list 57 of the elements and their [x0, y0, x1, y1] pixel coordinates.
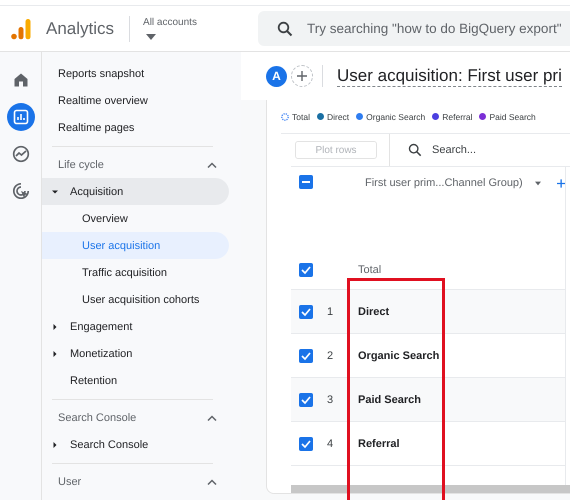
dimension-selector[interactable]: First user prim...Channel Group)	[365, 177, 523, 189]
report-title[interactable]: User acquisition: First user pri	[337, 66, 562, 86]
nav-item[interactable]: Traffic acquisition	[42, 259, 229, 286]
row-checkbox[interactable]	[299, 348, 313, 362]
search-icon	[277, 20, 294, 36]
row-number: 3	[327, 394, 334, 406]
row-checkbox[interactable]	[299, 263, 313, 277]
avatar[interactable]: A	[266, 66, 287, 86]
home-icon	[12, 72, 28, 88]
legend-label: Direct	[326, 112, 350, 122]
nav-item[interactable]: Retention	[42, 367, 229, 394]
nav-group[interactable]: Search Console	[42, 431, 229, 458]
caret-icon	[146, 34, 156, 40]
table-cell: Direct	[358, 306, 390, 318]
section-header[interactable]: Search Console	[42, 404, 241, 431]
nav-group[interactable]: Acquisition	[42, 178, 229, 205]
row-number: 2	[327, 350, 334, 362]
row-checkbox[interactable]	[299, 392, 313, 406]
nav-item[interactable]: Realtime pages	[42, 114, 229, 141]
search-bar[interactable]: Try searching "how to do BigQuery export"	[258, 11, 570, 46]
target-cursor-icon	[12, 182, 30, 200]
total-label: Total	[358, 264, 382, 276]
nav-item[interactable]: Realtime overview	[42, 87, 229, 114]
row-number: 4	[327, 438, 334, 450]
row-checkbox[interactable]	[299, 304, 313, 318]
nav-group[interactable]: Monetization	[42, 340, 229, 367]
trend-icon	[12, 145, 30, 163]
select-all-checkbox[interactable]	[299, 175, 313, 189]
section-header[interactable]: User	[42, 468, 241, 495]
search-input[interactable]: Try searching "how to do BigQuery export"	[305, 20, 570, 37]
nav-group[interactable]: Engagement	[42, 313, 229, 340]
add-dimension-icon[interactable]	[556, 178, 565, 189]
nav-item[interactable]: Overview	[42, 205, 229, 232]
table-cell: Referral	[358, 438, 400, 450]
rail-button[interactable]	[6, 103, 34, 131]
app-name: Analytics	[46, 18, 114, 38]
table-cell: Organic Search	[358, 350, 440, 362]
nav-item[interactable]: User acquisition cohorts	[42, 286, 229, 313]
legend-label: Referral	[442, 112, 472, 122]
legend-label: Paid Search	[489, 112, 536, 122]
bar-chart-icon	[12, 109, 28, 125]
caret-icon	[534, 181, 541, 186]
horizontal-scrollbar[interactable]	[291, 485, 570, 493]
add-comparison-button[interactable]	[291, 65, 313, 87]
legend-label: Total	[292, 112, 310, 122]
analytics-logo-icon	[11, 18, 31, 40]
table-cell: Paid Search	[358, 394, 421, 406]
section-header[interactable]: Life cycle	[42, 151, 241, 178]
nav-item[interactable]: Reports snapshot	[42, 60, 229, 87]
nav-item[interactable]: User acquisition	[42, 232, 229, 259]
table-search-bar[interactable]: Search...	[389, 134, 570, 166]
legend-label: Organic Search	[366, 112, 426, 122]
plus-icon	[297, 71, 307, 81]
search-icon	[408, 143, 422, 157]
row-checkbox[interactable]	[299, 436, 313, 450]
account-selector[interactable]: All accounts	[143, 17, 244, 40]
row-number: 1	[327, 306, 334, 318]
